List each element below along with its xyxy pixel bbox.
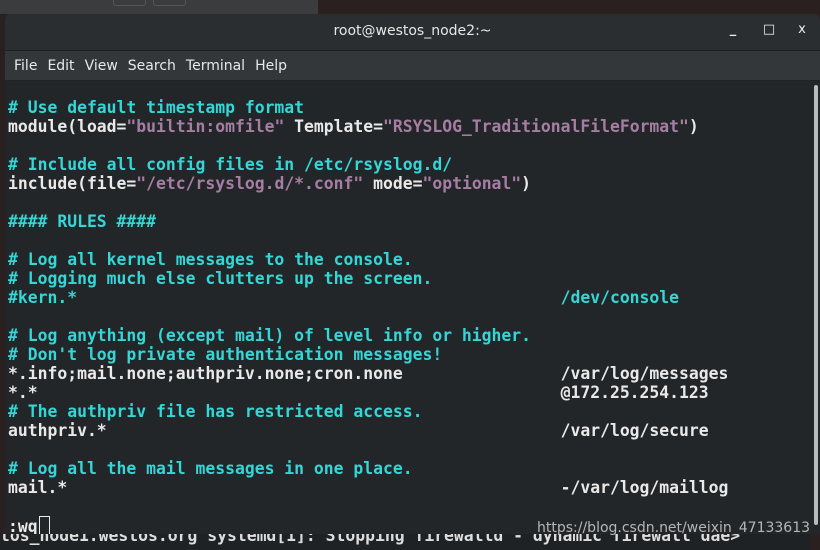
text-line: *.info;mail.none;authpriv.none;cron.none…	[8, 364, 728, 383]
background-button	[113, 0, 146, 6]
comment-text: # Log anything (except mail) of level in…	[8, 326, 532, 345]
comment-text: # The authpriv file has restricted acces…	[8, 402, 423, 421]
comment-text: # Log all kernel messages to the console…	[8, 250, 413, 269]
text-line: # Don't log private authentication messa…	[8, 345, 728, 364]
code-text: mode=	[363, 174, 423, 193]
menu-terminal[interactable]: Terminal	[186, 58, 245, 74]
code-text: *.info;mail.none;authpriv.none;cron.none…	[8, 364, 729, 383]
menu-file[interactable]: File	[14, 58, 37, 74]
menu-view[interactable]: View	[85, 58, 118, 74]
code-text: mail.* -/var/log/maillog	[8, 478, 729, 497]
comment-text: # Use default timestamp format	[8, 98, 305, 117]
menu-bar: File Edit View Search Terminal Help	[5, 51, 820, 81]
string-text: "/etc/rsyslog.d/*.conf"	[136, 174, 364, 193]
title-bar: root@westos_node2:~ _ □ x	[5, 14, 820, 51]
minimize-button[interactable]: _	[723, 22, 743, 37]
code-text: :wq	[8, 517, 38, 534]
text-line: # Log anything (except mail) of level in…	[8, 326, 728, 345]
maximize-button[interactable]: □	[759, 22, 779, 37]
code-text: authpriv.* /var/log/secure	[8, 421, 709, 440]
string-text: "RSYSLOG_TraditionalFileFormat"	[383, 117, 689, 136]
comment-text: #kern.* /dev/console	[8, 288, 680, 307]
text-line: include(file="/etc/rsyslog.d/*.conf" mod…	[8, 174, 728, 193]
text-line: #kern.* /dev/console	[8, 288, 728, 307]
menu-edit[interactable]: Edit	[47, 58, 74, 74]
window-title: root@westos_node2:~	[333, 23, 492, 39]
menu-search[interactable]: Search	[128, 58, 176, 74]
text-line: # Include all config files in /etc/rsysl…	[8, 155, 728, 174]
background-window	[0, 0, 318, 14]
text-line: # Use default timestamp format	[8, 98, 728, 117]
text-line: # The authpriv file has restricted acces…	[8, 402, 728, 421]
text-line: mail.* -/var/log/maillog	[8, 478, 728, 497]
background-button	[153, 0, 186, 6]
text-line: # Log all kernel messages to the console…	[8, 250, 728, 269]
file-text: # Use default timestamp format module(loa…	[8, 98, 728, 534]
code-text: include(file=	[8, 174, 137, 193]
comment-text: #### RULES ####	[8, 212, 157, 231]
text-line	[8, 497, 728, 516]
text-line: #### RULES ####	[8, 212, 728, 231]
text-line: # Log all the mail messages in one place…	[8, 459, 728, 478]
text-line: # Logging much else clutters up the scre…	[8, 269, 728, 288]
comment-text: # Include all config files in /etc/rsysl…	[8, 155, 453, 174]
close-button[interactable]: x	[792, 22, 812, 37]
text-line: authpriv.* /var/log/secure	[8, 421, 728, 440]
comment-text: # Don't log private authentication messa…	[8, 345, 443, 364]
code-text: )	[688, 117, 699, 136]
code-text: *.* @172.25.254.123	[8, 383, 709, 402]
code-text: Template=	[284, 117, 383, 136]
comment-text: # Log all the mail messages in one place…	[8, 459, 413, 478]
text-line	[8, 231, 728, 250]
text-line	[8, 440, 728, 459]
code-text: )	[521, 174, 532, 193]
string-text: "builtin:omfile"	[126, 117, 285, 136]
text-line	[8, 193, 728, 212]
terminal-content[interactable]: # Use default timestamp format module(loa…	[5, 81, 820, 534]
text-line: module(load="builtin:omfile" Template="R…	[8, 117, 728, 136]
string-text: "optional"	[422, 174, 522, 193]
watermark: https://blog.csdn.net/weixin_47133613	[537, 520, 811, 536]
background-terminal: tos_node1.westos.org systemd[1]: Stoppin…	[0, 534, 810, 550]
scrollbar[interactable]	[814, 85, 818, 525]
text-line	[8, 136, 728, 155]
comment-text: # Logging much else clutters up the scre…	[8, 269, 433, 288]
code-text: module(load=	[8, 117, 127, 136]
text-line: *.* @172.25.254.123	[8, 383, 728, 402]
menu-help[interactable]: Help	[255, 58, 287, 74]
text-line	[8, 307, 728, 326]
cursor	[38, 516, 50, 534]
terminal-window: root@westos_node2:~ _ □ x File Edit View…	[5, 14, 820, 534]
